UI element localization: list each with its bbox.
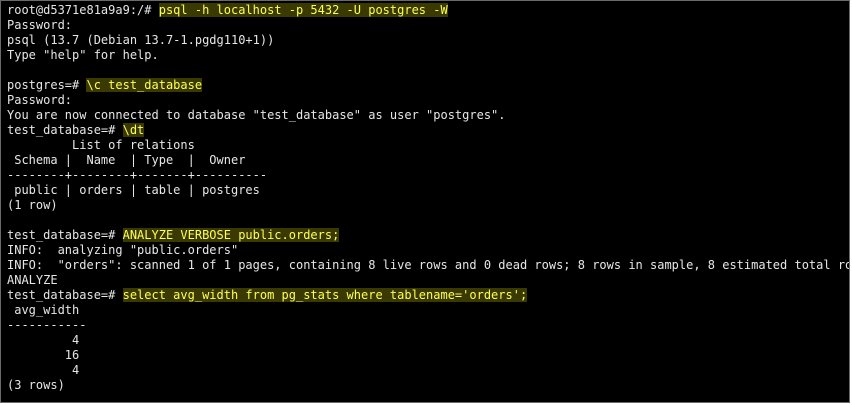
command-text: \c test_database: [86, 78, 203, 92]
command-text: psql -h localhost -p 5432 -U postgres -W: [158, 3, 448, 17]
row-count: (1 row): [7, 198, 58, 212]
table-caption: List of relations: [7, 138, 195, 152]
terminal-line: psql (13.7 (Debian 13.7-1.pgdg110+1)): [7, 33, 275, 47]
terminal-line: test_database=# \dt: [7, 123, 849, 138]
terminal-line: postgres=# \c test_database: [7, 78, 849, 93]
terminal-line: Password:: [7, 18, 73, 32]
command-text: select avg_width from pg_stats where tab…: [122, 288, 528, 302]
info-message: INFO: analyzing "public.orders": [7, 243, 239, 257]
table-separator: --------+--------+-------+----------: [7, 168, 268, 182]
table-row: 4: [7, 363, 80, 377]
terminal-line: You are now connected to database "test_…: [7, 108, 506, 122]
terminal-line: root@d5371e81a9a9:/# psql -h localhost -…: [7, 3, 849, 18]
info-message: INFO: "orders": scanned 1 of 1 pages, co…: [7, 258, 850, 272]
terminal-line: test_database=# ANALYZE VERBOSE public.o…: [7, 228, 849, 243]
row-count: (3 rows): [7, 378, 65, 392]
terminal-line: Password:: [7, 93, 73, 107]
table-header: Schema | Name | Type | Owner: [7, 153, 246, 167]
terminal-line: test_database=# select avg_width from pg…: [7, 288, 849, 303]
psql-prompt: test_database=#: [7, 288, 123, 302]
terminal-window[interactable]: root@d5371e81a9a9:/# psql -h localhost -…: [0, 0, 850, 403]
table-separator: -----------: [7, 318, 87, 332]
command-result: ANALYZE: [7, 273, 58, 287]
table-row: 4: [7, 333, 80, 347]
table-header: avg_width: [7, 303, 80, 317]
table-row: 16: [7, 348, 80, 362]
terminal-line: Type "help" for help.: [7, 48, 159, 62]
table-row: public | orders | table | postgres: [7, 183, 260, 197]
psql-prompt: test_database=#: [7, 228, 123, 242]
shell-prompt: root@d5371e81a9a9:/#: [7, 3, 159, 17]
psql-prompt: test_database=#: [7, 123, 123, 137]
command-text: ANALYZE VERBOSE public.orders;: [122, 228, 340, 242]
command-text: \dt: [122, 123, 145, 137]
psql-prompt: postgres=#: [7, 78, 87, 92]
